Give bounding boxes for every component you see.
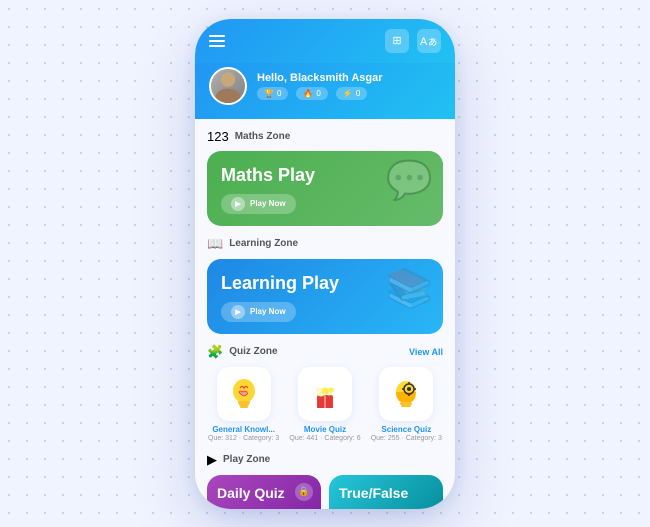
learning-zone-title: Learning Zone <box>229 238 298 249</box>
quiz-item-general[interactable]: General Knowl... Que: 312 · Category: 3 <box>207 367 280 442</box>
play-zone-title: Play Zone <box>223 454 270 465</box>
user-info: Hello, Blacksmith Asgar 🏆 0 🔥 0 ⚡ 0 <box>257 72 441 100</box>
quiz-movie-title: Movie Quiz <box>304 425 346 434</box>
hamburger-icon[interactable] <box>209 35 225 47</box>
play-zone-icon: ▶ <box>207 452 217 468</box>
learning-play-icon: ▶ <box>231 305 245 319</box>
quiz-movie-sub: Que: 441 · Category: 6 <box>289 435 360 442</box>
maths-zone-icon: 123 <box>207 129 229 144</box>
top-bar-icons: ⊞ Aぁ <box>385 29 441 53</box>
stat-bolt: ⚡ 0 <box>336 87 367 100</box>
quiz-item-movie[interactable]: Movie Quiz Que: 441 · Category: 6 <box>288 367 361 442</box>
content-scroll[interactable]: 123 Maths Zone Maths Play ▶ Play Now 💬 📖… <box>195 119 455 509</box>
learning-zone-header: 📖 Learning Zone <box>207 236 443 252</box>
avatar <box>209 67 247 105</box>
maths-play-icon: ▶ <box>231 197 245 211</box>
trophy-icon: 🏆 <box>264 89 274 98</box>
maths-zone-header: 123 Maths Zone <box>207 129 443 144</box>
stat-trophy: 🏆 0 <box>257 87 288 100</box>
maths-play-button[interactable]: ▶ Play Now <box>221 194 296 214</box>
phone-wrapper: ⊞ Aぁ Hello, Blacksmith Asgar 🏆 <box>195 19 455 509</box>
quiz-general-title: General Knowl... <box>212 425 275 434</box>
maths-play-title: Maths Play <box>221 165 429 186</box>
true-false-card[interactable]: True/False ▶ Play Now <box>329 475 443 509</box>
view-all-button[interactable]: View All <box>409 347 443 357</box>
phone: ⊞ Aぁ Hello, Blacksmith Asgar 🏆 <box>195 19 455 509</box>
user-bar: Hello, Blacksmith Asgar 🏆 0 🔥 0 ⚡ 0 <box>195 63 455 119</box>
trophy-value: 0 <box>277 89 281 98</box>
play-zone-grid: Daily Quiz ▶ Play Now 🔒 True/False ▶ Pla… <box>207 475 443 509</box>
daily-quiz-title: Daily Quiz <box>217 485 311 501</box>
fire-value: 0 <box>316 89 320 98</box>
maths-play-label: Play Now <box>250 199 286 208</box>
translate-icon[interactable]: Aぁ <box>417 29 441 53</box>
daily-quiz-card[interactable]: Daily Quiz ▶ Play Now 🔒 <box>207 475 321 509</box>
bookmark-icon[interactable]: ⊞ <box>385 29 409 53</box>
quiz-science-icon <box>379 367 433 421</box>
user-stats: 🏆 0 🔥 0 ⚡ 0 <box>257 87 441 100</box>
top-bar: ⊞ Aぁ <box>195 19 455 63</box>
bolt-value: 0 <box>356 89 360 98</box>
learning-play-button[interactable]: ▶ Play Now <box>221 302 296 322</box>
user-greeting: Hello, Blacksmith Asgar <box>257 72 441 84</box>
quiz-zone-icon: 🧩 <box>207 344 223 360</box>
maths-zone-title: Maths Zone <box>235 131 291 142</box>
play-zone-header: ▶ Play Zone <box>207 452 443 468</box>
fire-icon: 🔥 <box>303 89 313 98</box>
quiz-movie-icon <box>298 367 352 421</box>
quiz-science-sub: Que: 255 · Category: 3 <box>371 435 442 442</box>
maths-play-card[interactable]: Maths Play ▶ Play Now 💬 <box>207 151 443 226</box>
stat-fire: 🔥 0 <box>296 87 327 100</box>
quiz-zone-title: Quiz Zone <box>229 346 277 357</box>
quiz-zone-header: 🧩 Quiz Zone View All <box>207 344 443 360</box>
quiz-general-icon <box>217 367 271 421</box>
learning-play-label: Play Now <box>250 307 286 316</box>
true-false-title: True/False <box>339 485 433 501</box>
quiz-science-title: Science Quiz <box>381 425 431 434</box>
learning-play-card[interactable]: Learning Play ▶ Play Now 📚 <box>207 259 443 334</box>
quiz-general-sub: Que: 312 · Category: 3 <box>208 435 279 442</box>
quiz-grid: General Knowl... Que: 312 · Category: 3 <box>207 367 443 442</box>
learning-play-title: Learning Play <box>221 273 429 294</box>
learning-zone-icon: 📖 <box>207 236 223 252</box>
bolt-icon: ⚡ <box>343 89 353 98</box>
quiz-item-science[interactable]: Science Quiz Que: 255 · Category: 3 <box>370 367 443 442</box>
